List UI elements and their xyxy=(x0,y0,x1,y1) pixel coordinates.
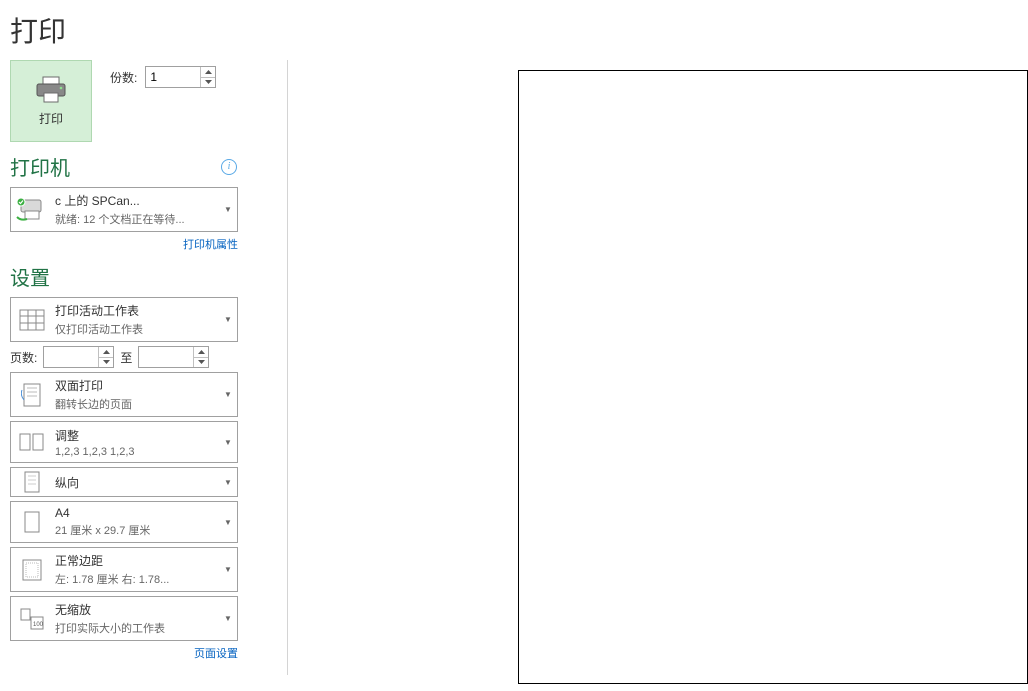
chevron-down-icon: ▼ xyxy=(219,518,237,527)
printer-icon xyxy=(34,76,68,104)
printer-name: c 上的 SPCan... xyxy=(55,192,217,209)
chevron-down-icon: ▼ xyxy=(219,478,237,487)
print-what-select[interactable]: 打印活动工作表 仅打印活动工作表 ▼ xyxy=(10,297,238,342)
orientation-title: 纵向 xyxy=(55,474,217,491)
collate-sub: 1,2,3 1,2,3 1,2,3 xyxy=(55,446,217,458)
preview-page xyxy=(518,70,1028,684)
svg-text:100: 100 xyxy=(33,622,44,628)
scaling-title: 无缩放 xyxy=(55,601,217,618)
pages-to-spinner[interactable] xyxy=(138,346,209,368)
chevron-down-icon: ▼ xyxy=(219,205,237,214)
copies-spinner[interactable] xyxy=(145,66,216,88)
paper-title: A4 xyxy=(55,506,217,520)
copies-up[interactable] xyxy=(201,67,215,78)
copies-input[interactable] xyxy=(146,67,200,87)
collate-select[interactable]: 调整 1,2,3 1,2,3 1,2,3 ▼ xyxy=(10,421,238,463)
margins-title: 正常边距 xyxy=(55,552,217,569)
duplex-select[interactable]: 双面打印 翻转长边的页面 ▼ xyxy=(10,372,238,417)
chevron-down-icon: ▼ xyxy=(219,614,237,623)
margins-icon xyxy=(11,558,53,582)
copies-down[interactable] xyxy=(201,78,215,88)
orientation-select[interactable]: 纵向 ▼ xyxy=(10,467,238,497)
pages-to-label: 至 xyxy=(120,349,132,366)
pages-from-input[interactable] xyxy=(44,347,98,367)
print-what-sub: 仅打印活动工作表 xyxy=(55,321,217,337)
pages-from-spinner[interactable] xyxy=(43,346,114,368)
duplex-sub: 翻转长边的页面 xyxy=(55,396,217,412)
copies-row: 份数: xyxy=(110,60,216,88)
print-preview-area xyxy=(288,60,1028,684)
scaling-select[interactable]: 100 无缩放 打印实际大小的工作表 ▼ xyxy=(10,596,238,641)
paper-sub: 21 厘米 x 29.7 厘米 xyxy=(55,522,217,538)
paper-select[interactable]: A4 21 厘米 x 29.7 厘米 ▼ xyxy=(10,501,238,543)
print-settings-panel: 打印 份数: 打印机 i xyxy=(0,60,288,675)
printer-select[interactable]: c 上的 SPCan... 就绪: 12 个文档正在等待... ▼ xyxy=(10,187,238,232)
print-button-label: 打印 xyxy=(39,110,63,127)
printer-status: 就绪: 12 个文档正在等待... xyxy=(55,211,217,227)
page-title: 打印 xyxy=(0,0,1028,60)
chevron-down-icon: ▼ xyxy=(219,565,237,574)
printer-device-icon xyxy=(11,197,53,223)
margins-sub: 左: 1.78 厘米 右: 1.78... xyxy=(55,571,217,587)
scaling-sub: 打印实际大小的工作表 xyxy=(55,620,217,636)
duplex-title: 双面打印 xyxy=(55,377,217,394)
collate-title: 调整 xyxy=(55,427,217,444)
copies-label: 份数: xyxy=(110,69,137,86)
pages-to-down[interactable] xyxy=(194,358,208,368)
chevron-down-icon: ▼ xyxy=(219,390,237,399)
printer-section-title: 打印机 xyxy=(10,152,70,181)
pages-to-input[interactable] xyxy=(139,347,193,367)
pages-from-down[interactable] xyxy=(99,358,113,368)
printer-properties-link[interactable]: 打印机属性 xyxy=(183,239,238,251)
margins-select[interactable]: 正常边距 左: 1.78 厘米 右: 1.78... ▼ xyxy=(10,547,238,592)
info-icon[interactable]: i xyxy=(221,159,237,175)
print-button[interactable]: 打印 xyxy=(10,60,92,142)
collate-icon xyxy=(11,431,53,453)
print-what-title: 打印活动工作表 xyxy=(55,302,217,319)
paper-icon xyxy=(11,510,53,534)
settings-section-title: 设置 xyxy=(10,262,50,291)
scaling-icon: 100 xyxy=(11,607,53,631)
pages-from-up[interactable] xyxy=(99,347,113,358)
pages-label: 页数: xyxy=(10,349,37,366)
duplex-icon xyxy=(11,382,53,408)
chevron-down-icon: ▼ xyxy=(219,315,237,324)
page-setup-link[interactable]: 页面设置 xyxy=(194,648,238,660)
chevron-down-icon: ▼ xyxy=(219,438,237,447)
pages-to-up[interactable] xyxy=(194,347,208,358)
worksheet-icon xyxy=(11,309,53,331)
portrait-icon xyxy=(11,470,53,494)
